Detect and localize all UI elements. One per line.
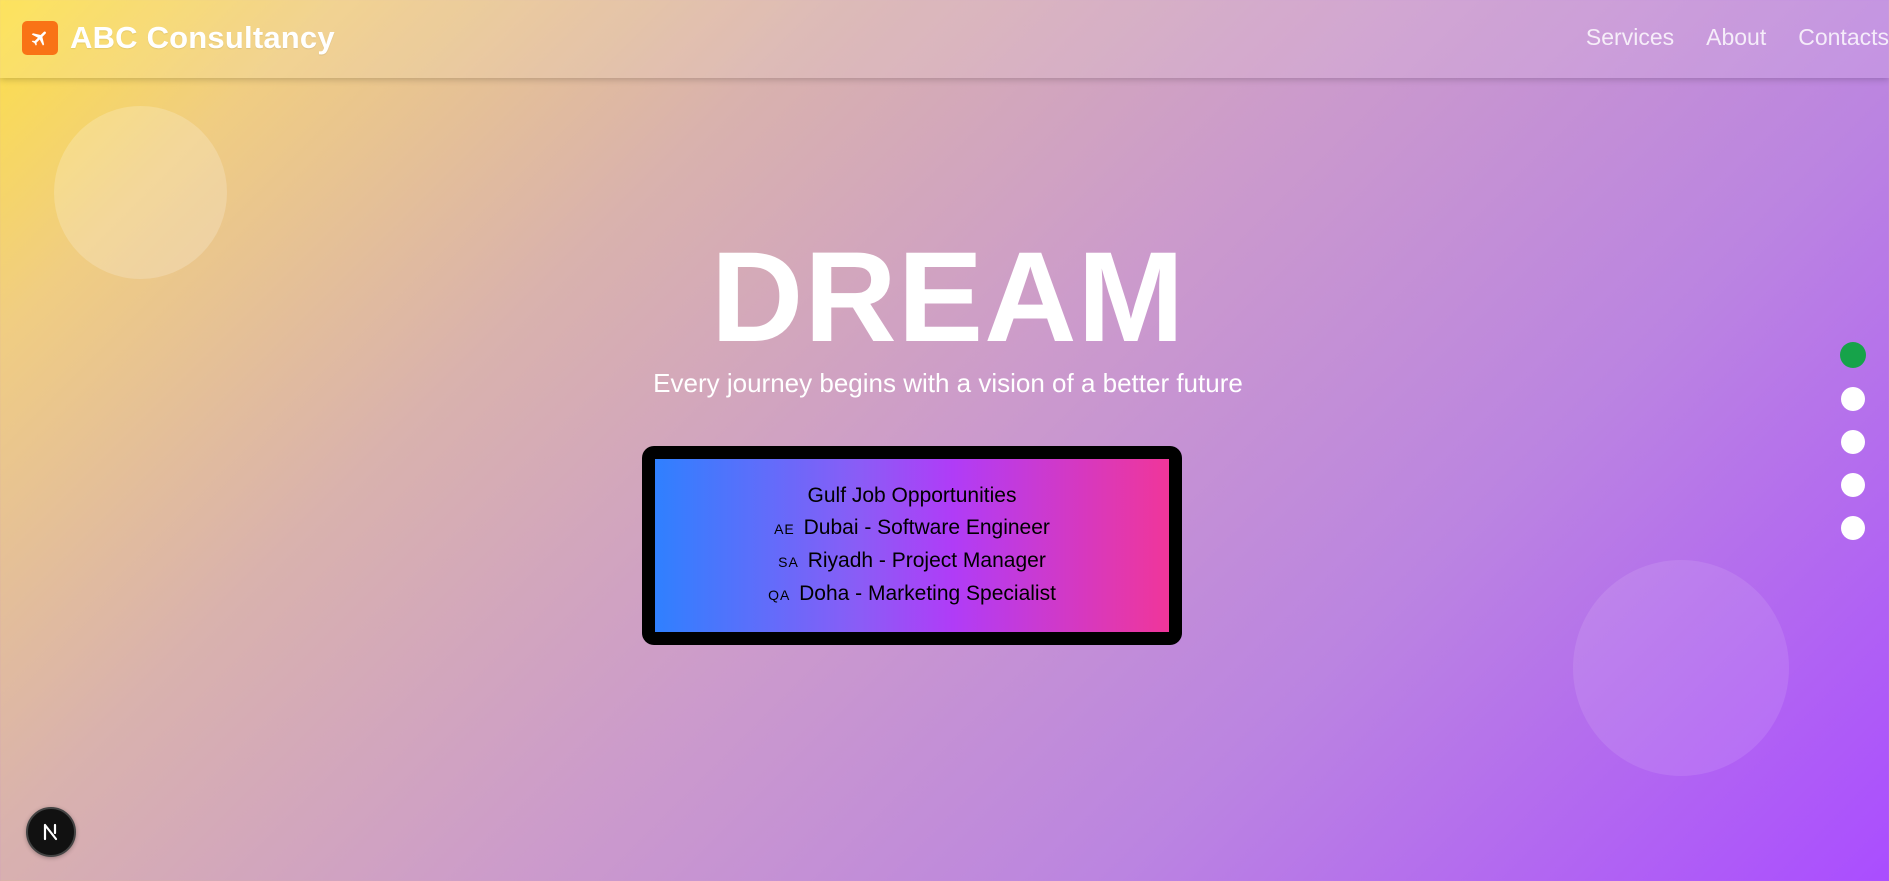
plane-icon: [22, 21, 58, 55]
slide-dot-1[interactable]: [1840, 342, 1866, 368]
top-navbar: ABC Consultancy Services About Contacts: [0, 0, 1889, 78]
slide-dot-3[interactable]: [1841, 430, 1865, 454]
flag-qa-icon: QA: [768, 587, 791, 603]
nextjs-icon[interactable]: [26, 807, 76, 857]
job-text: Doha - Marketing Specialist: [799, 582, 1056, 605]
decorative-circle: [1573, 560, 1789, 776]
slide-dot-4[interactable]: [1841, 473, 1865, 497]
nav-about[interactable]: About: [1706, 24, 1766, 51]
nav-contacts[interactable]: Contacts: [1798, 24, 1889, 51]
hero-title: DREAM: [710, 226, 1186, 369]
jobs-card: Gulf Job Opportunities AE Dubai - Softwa…: [642, 446, 1182, 645]
flag-sa-icon: SA: [778, 554, 799, 570]
main-nav: Services About Contacts: [1586, 24, 1889, 51]
brand-name: ABC Consultancy: [70, 20, 335, 55]
jobs-card-inner: Gulf Job Opportunities AE Dubai - Softwa…: [655, 459, 1169, 632]
flag-ae-icon: AE: [774, 521, 795, 537]
slide-pagination: [1840, 342, 1866, 540]
hero-subtitle: Every journey begins with a vision of a …: [653, 368, 1243, 398]
slide-dot-2[interactable]: [1841, 387, 1865, 411]
slide-dot-5[interactable]: [1841, 516, 1865, 540]
jobs-heading: Gulf Job Opportunities: [807, 484, 1017, 507]
brand[interactable]: ABC Consultancy: [22, 20, 335, 56]
job-item: AE Dubai - Software Engineer: [774, 512, 1050, 545]
job-text: Dubai - Software Engineer: [803, 516, 1050, 539]
nav-services[interactable]: Services: [1586, 24, 1674, 51]
job-item: SA Riyadh - Project Manager: [778, 545, 1046, 578]
job-text: Riyadh - Project Manager: [807, 549, 1046, 572]
job-item: QA Doha - Marketing Specialist: [768, 578, 1056, 611]
